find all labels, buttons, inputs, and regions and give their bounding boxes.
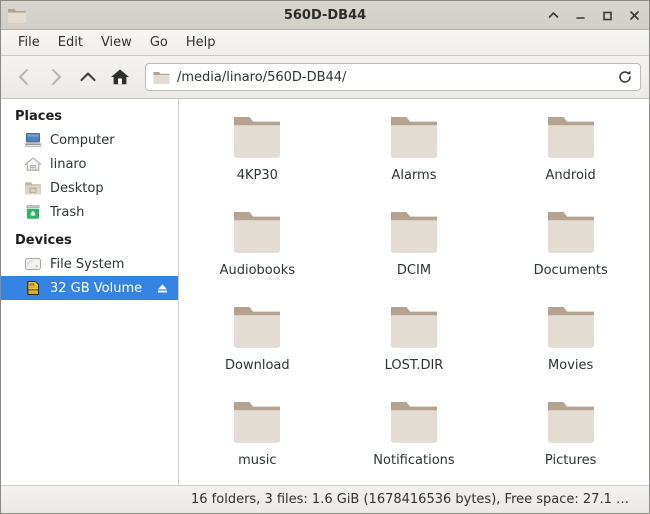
folder-icon — [547, 307, 594, 348]
file-item-pictures[interactable]: Pictures — [492, 396, 649, 485]
file-item-label: DCIM — [396, 263, 432, 278]
back-button[interactable] — [9, 62, 39, 92]
reload-button[interactable] — [614, 66, 636, 88]
file-item-label: Pictures — [544, 453, 597, 468]
sidebar-item-label: Trash — [50, 204, 85, 220]
icon-grid: 4KP30 Alarms Android Audiobooks DCIM Doc… — [179, 99, 649, 485]
folder-icon — [234, 212, 281, 253]
file-item-movies[interactable]: Movies — [492, 301, 649, 396]
close-button[interactable] — [627, 8, 641, 22]
file-list-area[interactable]: 4KP30 Alarms Android Audiobooks DCIM Doc… — [179, 99, 649, 485]
sidebar-item-trash[interactable]: Trash — [1, 200, 178, 224]
home-icon — [111, 69, 129, 85]
window-folder-icon — [8, 9, 26, 23]
file-item-label: Android — [545, 168, 596, 183]
home-button[interactable] — [105, 62, 135, 92]
computer-icon — [23, 131, 43, 149]
file-item-label: music — [238, 453, 277, 468]
sidebar-item-label: Computer — [50, 132, 115, 148]
chevron-left-icon — [18, 68, 29, 86]
folder-icon — [234, 402, 281, 443]
reload-icon — [619, 70, 631, 83]
toolbar: /media/linaro/560D-DB44/ — [1, 56, 649, 99]
file-item-audiobooks[interactable]: Audiobooks — [179, 206, 336, 301]
file-item-android[interactable]: Android — [492, 111, 649, 206]
menu-file[interactable]: File — [9, 32, 49, 53]
menu-edit[interactable]: Edit — [49, 32, 92, 53]
file-item-alarms[interactable]: Alarms — [336, 111, 493, 206]
harddisk-icon — [23, 255, 43, 273]
sidebar-item-linaro[interactable]: linaro — [1, 152, 178, 176]
eject-icon[interactable] — [155, 281, 170, 296]
sdcard-icon — [23, 279, 43, 297]
file-item-label: 4KP30 — [236, 168, 278, 183]
file-item-download[interactable]: Download — [179, 301, 336, 396]
folder-icon — [547, 212, 594, 253]
window-controls — [546, 8, 641, 22]
file-item-documents[interactable]: Documents — [492, 206, 649, 301]
folder-icon — [390, 402, 437, 443]
forward-button[interactable] — [41, 62, 71, 92]
sidebar-item-label: linaro — [50, 156, 87, 172]
folder-icon — [234, 117, 281, 158]
sidebar-item-label: File System — [50, 256, 125, 272]
trash-icon — [23, 203, 43, 221]
file-item-label: Movies — [548, 358, 594, 373]
file-item-dcim[interactable]: DCIM — [336, 206, 493, 301]
minimize-button[interactable] — [573, 8, 587, 22]
sidebar-header-places: Places — [15, 109, 63, 124]
window-body: Places Computer linaro Desktop Trash Dev… — [1, 99, 649, 485]
file-manager-window: 560D-DB44 File Edit View Go Help /media/… — [0, 0, 650, 514]
file-item-4kp30[interactable]: 4KP30 — [179, 111, 336, 206]
sidebar: Places Computer linaro Desktop Trash Dev… — [1, 99, 179, 485]
menu-view[interactable]: View — [92, 32, 141, 53]
sidebar-item-desktop[interactable]: Desktop — [1, 176, 178, 200]
maximize-button[interactable] — [600, 8, 614, 22]
file-item-label: Audiobooks — [219, 263, 296, 278]
status-text: 16 folders, 3 files: 1.6 GiB (1678416536… — [191, 492, 629, 507]
file-item-label: Notifications — [373, 453, 455, 468]
menu-help[interactable]: Help — [177, 32, 225, 53]
menu-bar: File Edit View Go Help — [1, 30, 649, 56]
chevron-up-icon — [80, 72, 96, 82]
up-button[interactable] — [73, 62, 103, 92]
folder-icon — [390, 212, 437, 253]
menu-go[interactable]: Go — [141, 32, 177, 53]
title-bar[interactable]: 560D-DB44 — [1, 1, 649, 30]
sidebar-item-label: Desktop — [50, 180, 104, 196]
path-text[interactable]: /media/linaro/560D-DB44/ — [177, 70, 614, 85]
file-item-notifications[interactable]: Notifications — [336, 396, 493, 485]
sidebar-item-32-gb-volume[interactable]: 32 GB Volume — [1, 276, 178, 300]
folder-icon — [390, 307, 437, 348]
status-bar: 16 folders, 3 files: 1.6 GiB (1678416536… — [1, 485, 649, 513]
folder-icon — [390, 117, 437, 158]
sidebar-header-devices: Devices — [15, 233, 72, 248]
file-item-label: LOST.DIR — [384, 358, 444, 373]
file-item-label: Documents — [533, 263, 608, 278]
home-icon — [23, 155, 43, 173]
file-item-label: Download — [225, 358, 290, 373]
sidebar-item-computer[interactable]: Computer — [1, 128, 178, 152]
chevron-right-icon — [51, 68, 62, 86]
folder-icon — [547, 402, 594, 443]
desktop-folder-icon — [23, 179, 43, 197]
path-bar[interactable]: /media/linaro/560D-DB44/ — [145, 63, 641, 91]
sidebar-item-label: 32 GB Volume — [50, 280, 143, 296]
file-item-lost-dir[interactable]: LOST.DIR — [336, 301, 493, 396]
folder-icon — [234, 307, 281, 348]
file-item-label: Alarms — [391, 168, 437, 183]
path-folder-icon — [153, 71, 170, 84]
shade-button[interactable] — [546, 8, 560, 22]
sidebar-item-file-system[interactable]: File System — [1, 252, 178, 276]
file-item-music[interactable]: music — [179, 396, 336, 485]
folder-icon — [547, 117, 594, 158]
